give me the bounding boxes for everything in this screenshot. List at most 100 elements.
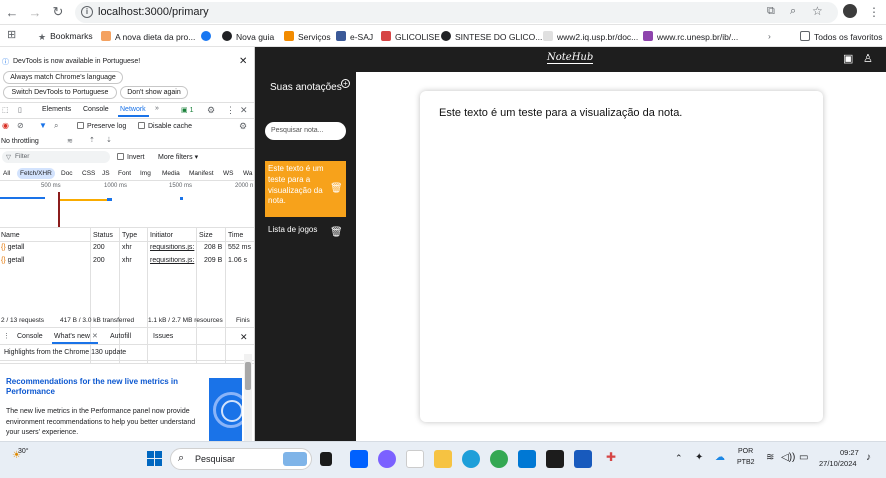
- notification-bell-icon[interactable]: ♪: [866, 452, 871, 463]
- disable-cache-checkbox[interactable]: Disable cache: [138, 122, 192, 130]
- preserve-log-checkbox[interactable]: Preserve log: [77, 122, 126, 130]
- record-icon[interactable]: ◉: [2, 121, 9, 130]
- search-icon[interactable]: ⌕: [54, 121, 58, 131]
- inspect-icon[interactable]: ⬚: [2, 106, 9, 114]
- column-header-time[interactable]: Time: [228, 232, 243, 239]
- install-icon[interactable]: ⧉: [767, 5, 775, 18]
- onedrive-icon[interactable]: ☁: [715, 452, 725, 463]
- drawer-tab-whats-new[interactable]: What's new: [54, 333, 90, 340]
- settings-icon[interactable]: ⚙: [207, 105, 215, 116]
- terminal-icon[interactable]: [546, 450, 564, 468]
- more-tabs-icon[interactable]: »: [155, 105, 159, 112]
- filter-type-fetch-xhr[interactable]: Fetch/XHR: [17, 168, 55, 179]
- invert-checkbox[interactable]: Invert: [117, 153, 145, 161]
- site-info-icon[interactable]: i: [81, 6, 93, 18]
- windows-start-icon[interactable]: [147, 451, 162, 466]
- all-bookmarks[interactable]: Todos os favoritos: [800, 31, 883, 42]
- filter-type-all[interactable]: All: [0, 168, 13, 179]
- issues-badge[interactable]: ▣ 1: [181, 106, 193, 114]
- wifi-icon[interactable]: ≋: [67, 137, 73, 145]
- tab-network[interactable]: Network: [120, 106, 146, 113]
- store-icon[interactable]: [406, 450, 424, 468]
- language-indicator[interactable]: POR: [738, 448, 753, 455]
- filter-input[interactable]: ▽ Filter: [2, 151, 110, 163]
- word-icon[interactable]: [574, 450, 592, 468]
- copilot-icon[interactable]: [378, 450, 396, 468]
- drawer-tab-autofill[interactable]: Autofill: [110, 333, 131, 340]
- bookmark-item[interactable]: e-SAJ: [336, 31, 373, 42]
- snipping-tool-icon[interactable]: ✚: [602, 450, 620, 468]
- apps-icon[interactable]: ⊞: [7, 28, 16, 41]
- drawer-menu-icon[interactable]: ⋮: [3, 332, 10, 340]
- filter-type-css[interactable]: CSS: [79, 168, 98, 179]
- outlook-icon[interactable]: [518, 450, 536, 468]
- more-options-icon[interactable]: ⋮: [226, 105, 235, 116]
- dropbox-tray-icon[interactable]: ✦: [695, 452, 703, 463]
- filter-type-wasm[interactable]: Wa: [240, 168, 254, 179]
- note-content[interactable]: Este texto é um teste para a visualizaçã…: [439, 107, 682, 119]
- filter-type-manifest[interactable]: Manifest: [186, 168, 217, 179]
- column-header-initiator[interactable]: Initiator: [150, 232, 173, 239]
- filter-type-ws[interactable]: WS: [220, 168, 236, 179]
- menu-icon[interactable]: ⋮: [866, 4, 882, 20]
- filter-type-js[interactable]: JS: [99, 168, 113, 179]
- clear-icon[interactable]: ⊘: [17, 121, 24, 130]
- battery-icon[interactable]: ▭: [799, 452, 808, 463]
- column-header-name[interactable]: Name: [1, 232, 20, 239]
- profile-avatar[interactable]: [843, 4, 857, 18]
- dont-show-again-button[interactable]: Don't show again: [120, 86, 188, 99]
- note-viewer[interactable]: Este texto é um teste para a visualizaçã…: [420, 91, 823, 422]
- bookmark-item[interactable]: GLICOLISE: [381, 31, 440, 42]
- bookmark-item[interactable]: www.rc.unesp.br/ib/...: [643, 31, 738, 42]
- clock-date[interactable]: 27/10/2024: [819, 459, 857, 468]
- filter-type-media[interactable]: Media: [159, 168, 183, 179]
- trash-icon[interactable]: 🗑: [330, 227, 343, 238]
- reload-icon[interactable]: ↻: [50, 4, 66, 20]
- filter-type-font[interactable]: Font: [115, 168, 134, 179]
- throttling-select[interactable]: No throttling: [1, 138, 39, 145]
- filter-type-img[interactable]: Img: [137, 168, 154, 179]
- news-title[interactable]: Recommendations for the new live metrics…: [6, 377, 201, 397]
- bookmark-item[interactable]: SINTESE DO GLICO...: [441, 31, 542, 42]
- user-icon[interactable]: ♙: [863, 52, 873, 65]
- column-header-status[interactable]: Status: [93, 232, 113, 239]
- bookmark-item[interactable]: Nova guia: [222, 31, 274, 42]
- request-initiator-link[interactable]: requisitions.js:: [150, 244, 195, 251]
- taskbar-search[interactable]: ⌕ Pesquisar: [170, 448, 312, 470]
- scrollbar-thumb[interactable]: [245, 362, 251, 390]
- file-explorer-icon[interactable]: [434, 450, 452, 468]
- scrollbar[interactable]: [244, 354, 252, 441]
- match-language-button[interactable]: Always match Chrome's language: [3, 71, 123, 84]
- column-header-type[interactable]: Type: [122, 232, 137, 239]
- bookmark-item[interactable]: [201, 31, 215, 42]
- note-item-title[interactable]: Lista de jogos: [268, 225, 317, 234]
- table-row[interactable]: {} getall 200 xhr requisitions.js: 208 B…: [0, 242, 254, 254]
- upload-icon[interactable]: ⇡: [89, 136, 95, 144]
- close-devtools-icon[interactable]: ✕: [240, 105, 248, 116]
- switch-language-button[interactable]: Switch DevTools to Portuguese: [3, 86, 117, 99]
- table-row[interactable]: {} getall 200 xhr requisitions.js: 209 B…: [0, 255, 254, 267]
- tab-console[interactable]: Console: [83, 106, 109, 113]
- bookmark-item[interactable]: Serviços: [284, 31, 331, 42]
- save-icon[interactable]: ▣: [843, 52, 853, 65]
- back-icon[interactable]: ←: [4, 4, 20, 20]
- address-bar[interactable]: i localhost:3000/primary ⧉ ⌕ ☆: [75, 2, 838, 23]
- forward-icon[interactable]: →: [27, 4, 43, 20]
- trash-icon[interactable]: 🗑: [330, 183, 343, 194]
- keyboard-layout[interactable]: PTB2: [737, 459, 755, 466]
- wifi-icon[interactable]: ≋: [766, 452, 774, 463]
- task-view-icon[interactable]: [320, 452, 332, 466]
- drawer-tab-console[interactable]: Console: [17, 333, 43, 340]
- close-icon[interactable]: ✕: [239, 56, 247, 67]
- search-input[interactable]: Pesquisar nota...: [265, 122, 346, 140]
- bookmark-item[interactable]: A nova dieta da pro...: [101, 31, 195, 42]
- bookmark-item[interactable]: ★ Bookmarks: [38, 31, 93, 42]
- zoom-icon[interactable]: ⌕: [790, 5, 796, 18]
- volume-icon[interactable]: ◁)): [781, 452, 795, 463]
- close-drawer-icon[interactable]: ✕: [240, 332, 248, 343]
- add-note-icon[interactable]: +: [341, 79, 350, 88]
- star-icon[interactable]: ☆: [812, 4, 823, 18]
- note-item-active[interactable]: Este texto é um teste para a visualizaçã…: [265, 161, 346, 217]
- chevron-up-icon[interactable]: ⌃: [675, 453, 683, 464]
- bookmark-item[interactable]: www2.iq.usp.br/doc...: [543, 31, 638, 42]
